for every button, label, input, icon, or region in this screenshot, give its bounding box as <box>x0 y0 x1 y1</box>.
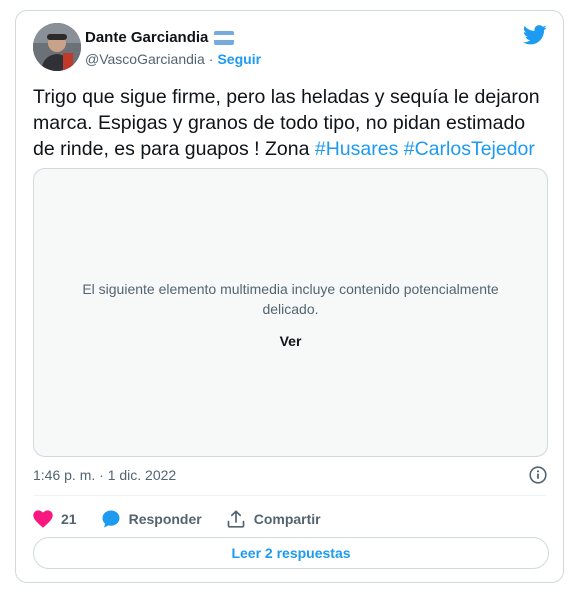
tweet-timestamp[interactable]: 1:46 p. m. · 1 dic. 2022 <box>33 467 176 483</box>
read-replies-button[interactable]: Leer 2 respuestas <box>33 537 549 569</box>
separator-dot: · <box>208 51 214 67</box>
heart-icon <box>33 510 53 528</box>
twitter-bird-icon[interactable] <box>523 25 547 45</box>
reply-bubble-icon <box>102 510 120 528</box>
sensitive-media-placeholder: El siguiente elemento multimedia incluye… <box>33 168 548 457</box>
hashtag-carlostejedor[interactable]: #CarlosTejedor <box>404 138 535 160</box>
share-button[interactable]: Compartir <box>226 509 321 529</box>
divider <box>33 495 546 496</box>
argentina-flag-icon <box>214 30 235 45</box>
hashtag-husares[interactable]: #Husares <box>315 138 398 160</box>
author-name[interactable]: Dante Garciandia <box>85 29 208 46</box>
tweet-actions: 21 Responder Compartir <box>33 509 345 529</box>
like-count: 21 <box>61 511 77 527</box>
tweet-text: Trigo que sigue firme, pero las heladas … <box>33 84 549 162</box>
author-handle-row: @VascoGarciandia · Seguir <box>85 51 261 67</box>
reply-button[interactable]: Responder <box>101 509 202 529</box>
tweet-card: Dante Garciandia @VascoGarciandia · Segu… <box>15 10 564 583</box>
avatar-image <box>33 23 81 71</box>
avatar[interactable] <box>33 23 81 71</box>
view-media-button[interactable]: Ver <box>34 333 547 349</box>
share-label: Compartir <box>253 511 321 527</box>
like-button[interactable]: 21 <box>33 510 77 528</box>
author-name-row: Dante Garciandia <box>85 29 235 46</box>
reply-label: Responder <box>128 511 202 527</box>
follow-button[interactable]: Seguir <box>217 51 261 67</box>
author-handle[interactable]: @VascoGarciandia <box>85 51 205 67</box>
share-icon <box>227 510 245 528</box>
info-icon[interactable] <box>529 466 547 484</box>
sensitive-content-warning: El siguiente elemento multimedia incluye… <box>82 281 499 317</box>
